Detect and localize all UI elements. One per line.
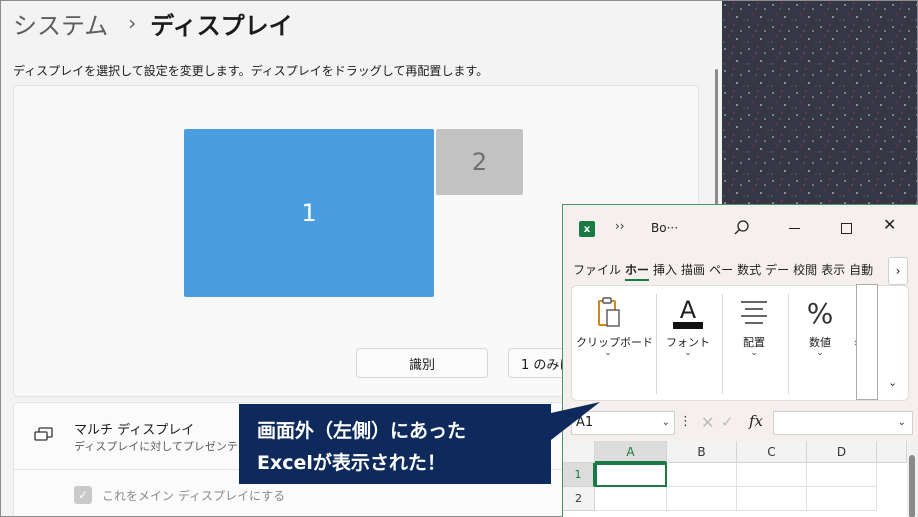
ribbon-panel: クリップボード ⌄ A フォント ⌄ 配置 ⌄ % 数値 ⌄ ⌄ [571,284,909,401]
worksheet-grid: A B C D 1 2 [563,441,918,517]
formula-input[interactable]: ⌄ [773,411,913,435]
svg-text:A: A [680,296,697,324]
tab-scroll-right-button[interactable]: › [888,257,908,285]
multi-display-title: マルチ ディスプレイ [74,423,195,438]
annotation-callout: 画面外（左側）にあった Excelが表示された！ [239,404,551,484]
ribbon-tabs: ファイル ホー 挿入 描画 ペー 数式 デー 校閲 表示 自動 [573,259,877,281]
tab-review[interactable]: 校閲 [793,259,817,281]
tab-home[interactable]: ホー [625,259,650,281]
number-group[interactable]: % 数値 ⌄ [788,286,852,396]
row-header-2[interactable]: 2 [563,487,595,511]
search-icon[interactable] [733,219,751,237]
tab-data[interactable]: デー [765,259,789,281]
cell-d2[interactable] [807,487,877,511]
excel-title-bar[interactable]: x ›› Bo··· ✕ [563,205,918,253]
cell-c2[interactable] [737,487,807,511]
clipboard-group[interactable]: クリップボード ⌄ [576,286,653,396]
excel-logo-icon: x [579,221,595,237]
monitor-2[interactable]: 2 [436,129,523,195]
cell-a2[interactable] [595,487,667,511]
arrangement-description: ディスプレイを選択して設定を変更します。ディスプレイをドラッグして再配置します。 [13,64,489,78]
align-icon [741,301,767,324]
breadcrumb-parent-link[interactable]: システム [13,6,108,41]
callout-line-2: Excelが表示された！ [257,452,446,474]
tab-formulas[interactable]: 数式 [737,259,761,281]
chevron-down-icon: ⌄ [604,348,612,358]
chevron-down-icon: ⌄ [684,348,692,358]
name-box[interactable]: A1 ⌄ [571,411,675,435]
multi-display-icon [34,427,53,441]
settings-scrollbar[interactable] [715,69,718,219]
excel-window[interactable]: x ›› Bo··· ✕ ファイル ホー 挿入 描画 ペー 数式 デー 校閲 表… [562,204,918,517]
column-header-b[interactable]: B [667,441,737,463]
chevron-down-icon[interactable]: ⌄ [662,412,670,434]
scrollbar-thumb[interactable] [909,455,915,517]
percent-icon: % [807,297,834,330]
name-box-value: A1 [576,415,594,430]
tab-insert[interactable]: 挿入 [653,259,677,281]
column-header-d[interactable]: D [807,441,877,463]
cell-b1[interactable] [667,463,737,487]
cancel-icon[interactable]: ✕ [701,413,714,432]
close-icon[interactable]: ✕ [883,215,896,234]
alignment-group[interactable]: 配置 ⌄ [722,286,786,396]
clipboard-icon [598,297,620,327]
monitor-1[interactable]: 1 [184,129,434,297]
main-display-label: これをメイン ディスプレイにする [102,489,286,503]
chevron-down-icon[interactable]: ⌄ [898,417,906,428]
tab-file[interactable]: ファイル [573,259,621,281]
identify-button[interactable]: 識別 [356,348,488,378]
ribbon-overflow-box [856,284,878,400]
maximize-button[interactable] [841,223,852,234]
cell-d1[interactable] [807,463,877,487]
tab-page-layout[interactable]: ペー [709,259,733,281]
minimize-button[interactable] [789,228,800,229]
chevron-right-icon: › [128,11,137,35]
callout-line-1: 画面外（左側）にあった [257,420,467,442]
formula-bar: A1 ⌄ ⋮ ✕ ✓ fx ⌄ [563,409,918,437]
tab-automate[interactable]: 自動 [849,259,873,281]
column-header-a[interactable]: A [595,441,667,463]
enter-check-icon[interactable]: ✓ [721,413,734,431]
row-header-1[interactable]: 1 [563,463,595,487]
font-icon: A [673,296,703,329]
cell-a1[interactable] [595,463,667,487]
breadcrumb: システム › ディスプレイ [13,5,293,41]
formula-bar-grip[interactable]: ⋮ [679,414,692,429]
chevron-down-icon: ⌄ [816,348,824,358]
column-header-c[interactable]: C [737,441,807,463]
ribbon-collapse-button[interactable]: ⌄ [888,376,897,389]
page-title: ディスプレイ [150,11,293,40]
excel-vertical-scrollbar[interactable] [907,441,918,517]
svg-text:%: % [807,297,834,330]
tab-view[interactable]: 表示 [821,259,845,281]
main-display-checkbox[interactable]: ✓ [74,486,92,504]
column-header-e[interactable] [877,441,907,463]
cell-b2[interactable] [667,487,737,511]
select-all-corner[interactable] [563,441,595,463]
cell-c1[interactable] [737,463,807,487]
tab-draw[interactable]: 描画 [681,259,705,281]
font-group[interactable]: A フォント ⌄ [656,286,720,396]
insert-function-button[interactable]: fx [749,412,763,430]
quick-access-more-button[interactable]: ›› [615,219,625,233]
document-name[interactable]: Bo··· [651,221,678,235]
chevron-down-icon: ⌄ [750,348,758,358]
